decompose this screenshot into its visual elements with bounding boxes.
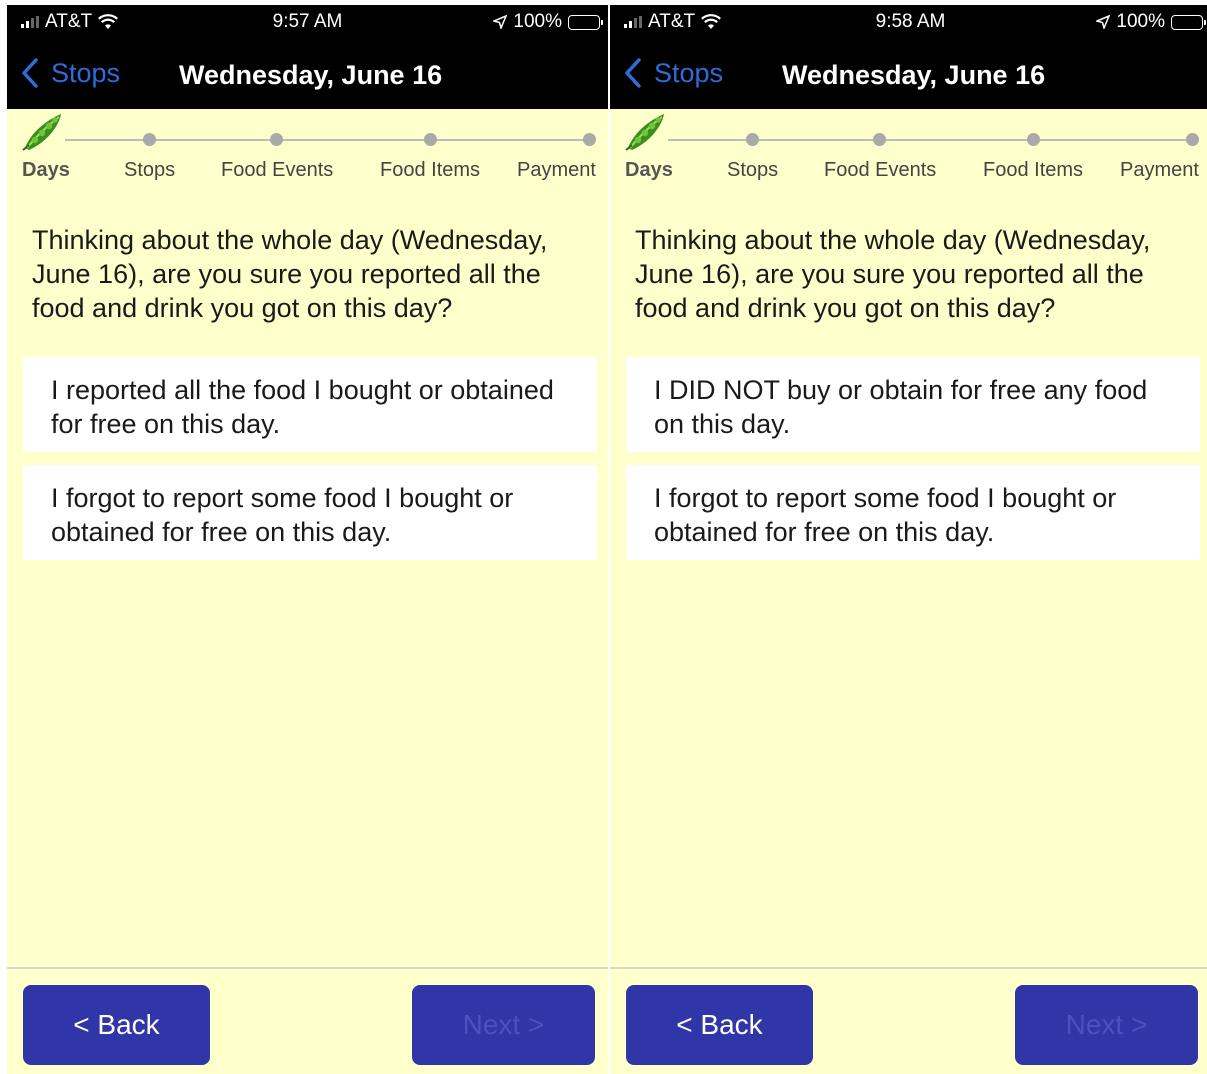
nav-back-label: Stops: [654, 57, 724, 88]
pea-pod-icon: [625, 114, 664, 151]
nav-back-label: Stops: [51, 57, 121, 88]
step-dot-stops: [746, 133, 759, 146]
step-label-food-events: Food Events: [221, 159, 334, 181]
step-label-payment: Payment: [1120, 159, 1199, 181]
chevron-left-icon: [22, 58, 38, 88]
step-dot-payment: [583, 133, 596, 146]
nav-title: Wednesday, June 16: [782, 60, 1046, 90]
step-label-days: Days: [22, 159, 70, 181]
step-dot-stops: [143, 133, 156, 146]
step-label-stops: Stops: [727, 159, 779, 181]
question-text: Thinking about the whole day (Wednesday,…: [635, 225, 1151, 323]
answer-option-2[interactable]: I forgot to report some food I bought or…: [626, 465, 1200, 560]
nav-back-button[interactable]: Stops: [622, 57, 723, 89]
battery-percent: 100%: [1116, 11, 1165, 32]
phone-screen-1: AT&T 9:57 AM 100% Stops Wednesday, June …: [7, 5, 608, 1074]
step-dot-food-events: [873, 133, 886, 146]
back-button[interactable]: < Back: [23, 985, 210, 1065]
answer-option-1[interactable]: I DID NOT buy or obtain for free any foo…: [626, 357, 1200, 452]
phone-screen-2: AT&T 9:58 AM 100% Stops Wednesday, June …: [610, 5, 1207, 1074]
nav-bar: Stops Wednesday, June 16: [610, 39, 1207, 109]
status-bar: AT&T 9:58 AM 100%: [610, 5, 1207, 39]
location-arrow-icon: [493, 15, 508, 29]
step-label-days: Days: [625, 159, 673, 181]
location-arrow-icon: [1096, 15, 1111, 29]
battery-group: 100%: [1096, 11, 1206, 33]
next-button[interactable]: Next >: [1015, 985, 1198, 1065]
step-label-food-items: Food Items: [983, 159, 1084, 181]
progress-stepper: Days Stops Food Events Food Items Paymen…: [610, 109, 1207, 189]
footer-divider: [610, 967, 1207, 969]
next-button[interactable]: Next >: [412, 985, 595, 1065]
step-label-food-events: Food Events: [824, 159, 937, 181]
back-button[interactable]: < Back: [626, 985, 813, 1065]
battery-percent: 100%: [513, 11, 562, 32]
question-text: Thinking about the whole day (Wednesday,…: [32, 225, 548, 323]
step-label-stops: Stops: [124, 159, 176, 181]
answer-option-2[interactable]: I forgot to report some food I bought or…: [23, 465, 597, 560]
step-dot-food-items: [1027, 133, 1040, 146]
status-bar: AT&T 9:57 AM 100%: [7, 5, 608, 39]
step-label-food-items: Food Items: [380, 159, 481, 181]
step-dot-food-items: [424, 133, 437, 146]
battery-icon: [568, 14, 603, 30]
battery-icon: [1171, 14, 1206, 30]
step-dot-food-events: [270, 133, 283, 146]
battery-group: 100%: [493, 11, 603, 33]
nav-back-button[interactable]: Stops: [19, 57, 120, 89]
pea-pod-icon: [22, 114, 61, 151]
nav-title: Wednesday, June 16: [179, 60, 443, 90]
chevron-left-icon: [625, 58, 641, 88]
answer-option-1[interactable]: I reported all the food I bought or obta…: [23, 357, 597, 452]
step-label-payment: Payment: [517, 159, 596, 181]
step-dot-payment: [1186, 133, 1199, 146]
progress-stepper: Days Stops Food Events Food Items Paymen…: [7, 109, 608, 189]
nav-bar: Stops Wednesday, June 16: [7, 39, 608, 109]
footer-divider: [7, 967, 608, 969]
